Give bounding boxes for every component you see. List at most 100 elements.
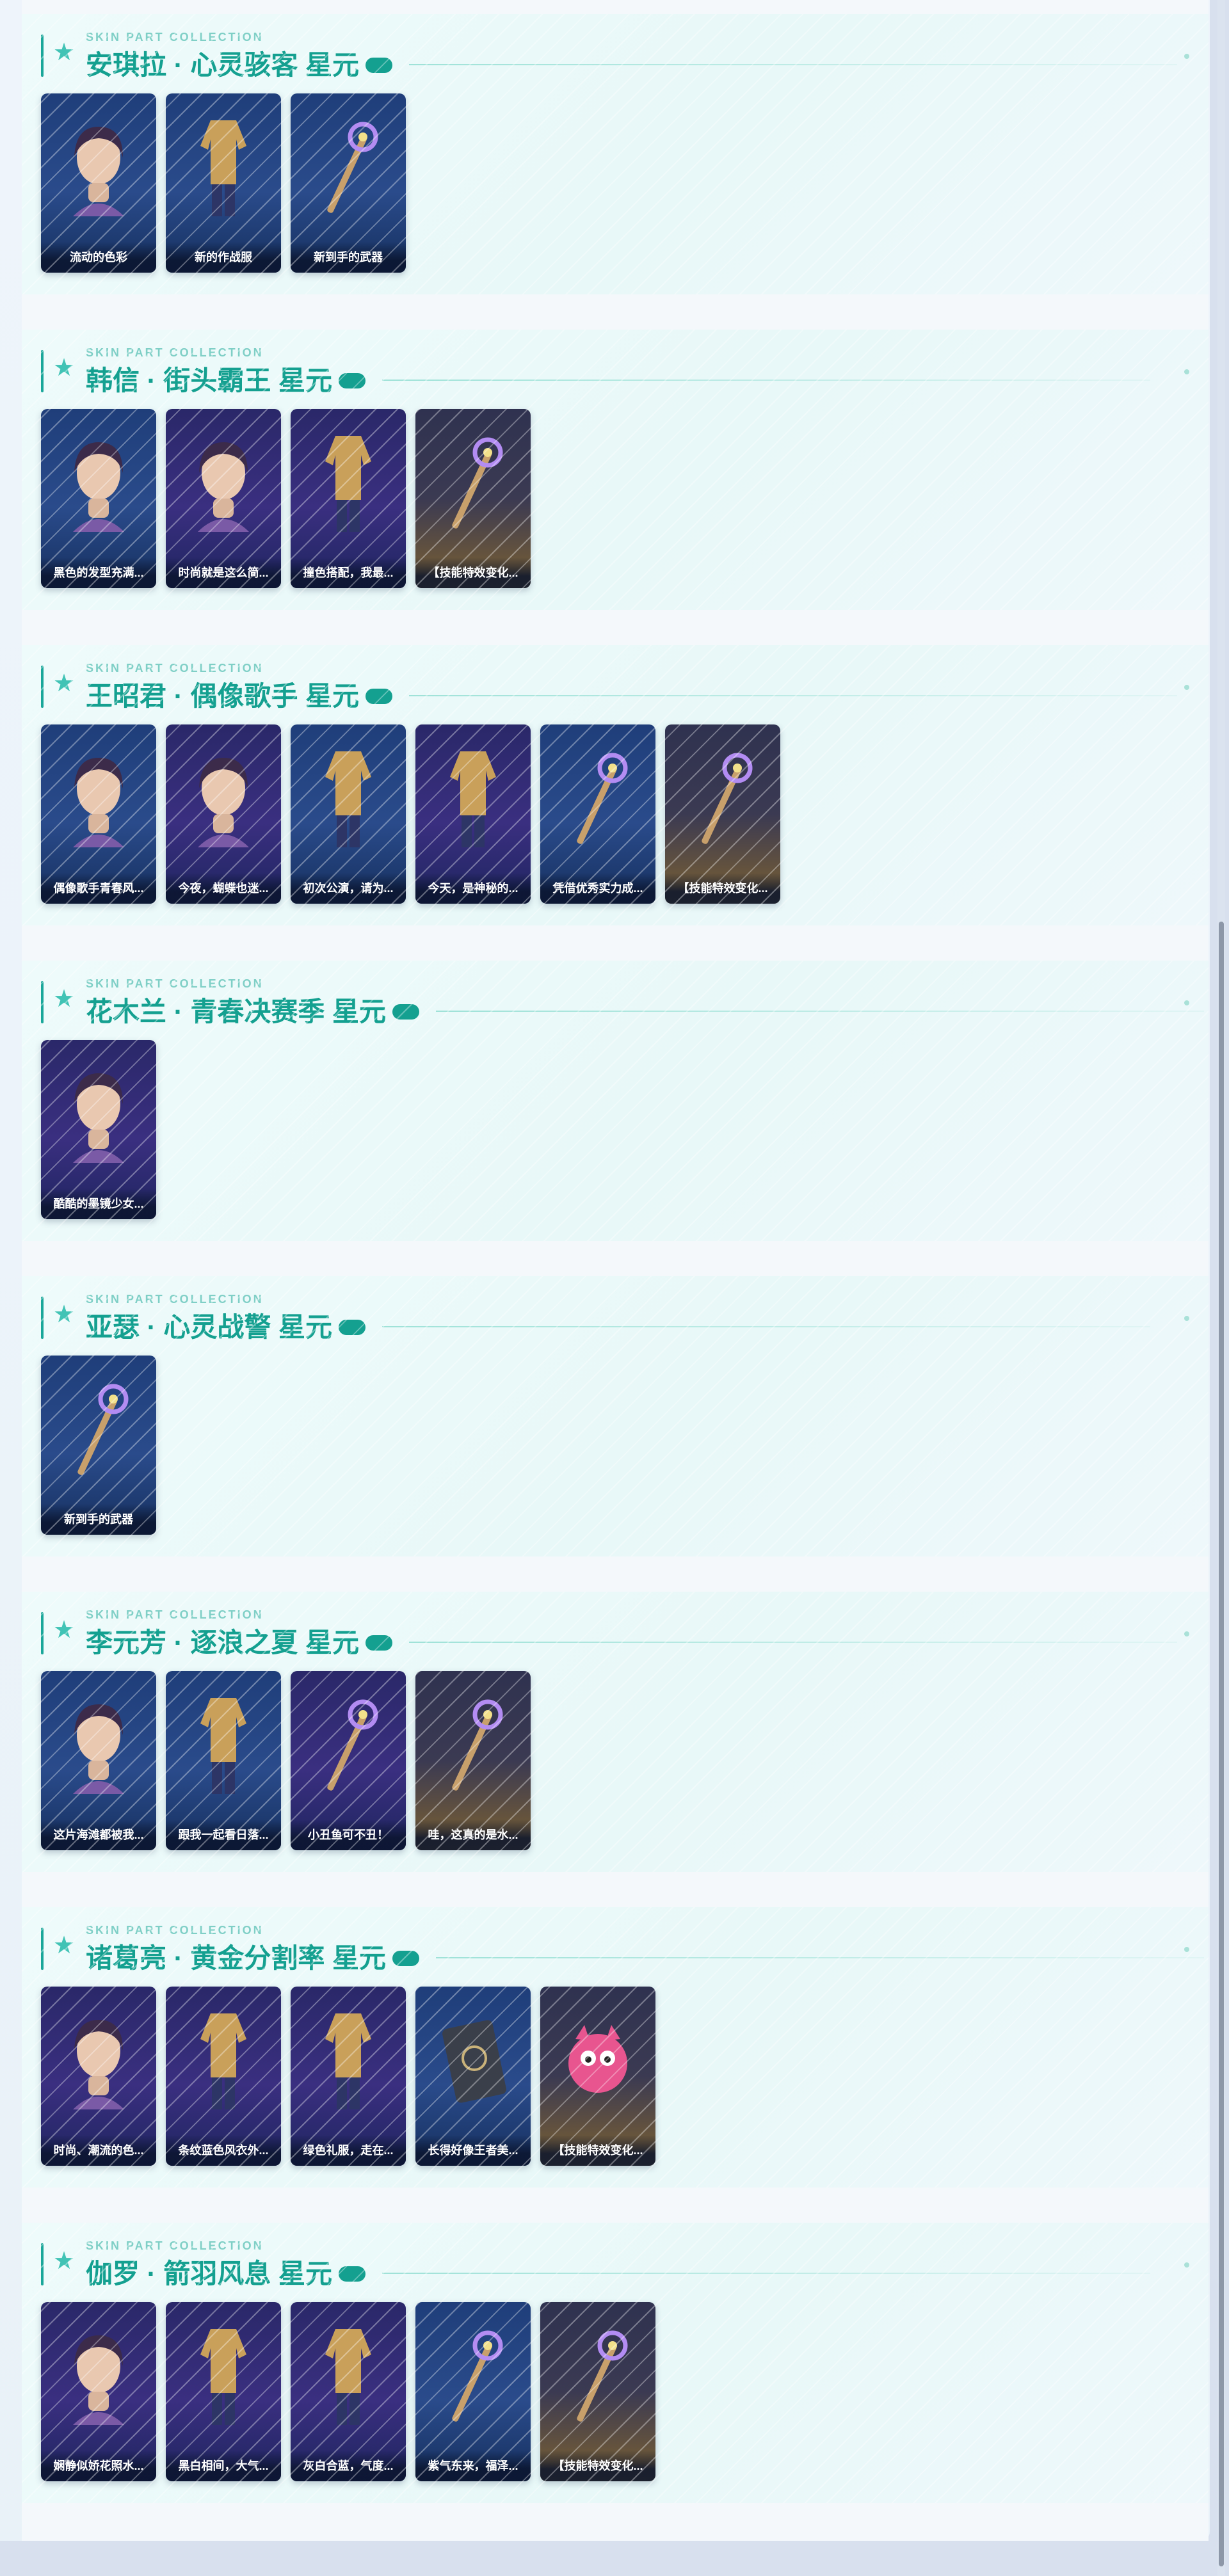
skin-part-card[interactable]: 新到手的武器 xyxy=(41,1356,156,1535)
hero-head-icon xyxy=(73,1073,124,1163)
skin-part-card[interactable]: 长得好像王者美... xyxy=(415,1987,531,2166)
skin-part-card[interactable]: 撞色搭配，我最... xyxy=(291,409,406,588)
skin-part-section: ★ SKIN PART COLLECTION 王昭君 · 偶像歌手 星元 偶像歌… xyxy=(22,645,1209,925)
skin-part-label: 初次公演，请为... xyxy=(291,873,406,904)
skin-part-art xyxy=(166,93,281,243)
outfit-icon xyxy=(325,2329,371,2425)
skin-part-card[interactable]: 跟我一起看日落... xyxy=(166,1671,281,1850)
section-eyebrow: SKIN PART COLLECTION xyxy=(86,1293,264,1306)
skin-part-card[interactable]: 凭借优秀实力成... xyxy=(540,724,655,904)
skin-part-card[interactable]: 【技能特效变化... xyxy=(415,409,531,588)
weapon-icon xyxy=(327,1699,378,1791)
skin-part-card[interactable]: 【技能特效变化... xyxy=(540,1987,655,2166)
skin-part-cards: 时尚、潮流的色... 条纹蓝色风衣外... 绿色礼服，走在... 长得好像王者美… xyxy=(41,1987,655,2166)
skin-part-card[interactable]: 初次公演，请为... xyxy=(291,724,406,904)
section-dot-decoration xyxy=(1184,1316,1189,1321)
skin-part-art xyxy=(291,1671,406,1821)
skin-part-card[interactable]: 娴静似娇花照水... xyxy=(41,2302,156,2481)
skin-part-label: 娴静似娇花照水... xyxy=(41,2451,156,2481)
title-divider-line xyxy=(409,64,1177,65)
title-pill-decoration xyxy=(365,689,392,704)
skin-part-art xyxy=(415,409,531,559)
skin-part-card[interactable]: 酷酷的墨镜少女... xyxy=(41,1040,156,1219)
skin-part-art xyxy=(166,1671,281,1821)
skin-part-card[interactable]: 【技能特效变化... xyxy=(665,724,780,904)
skin-part-cards: 偶像歌手青春风... 今夜，蝴蝶也迷... 初次公演，请为... 今天，是神秘的… xyxy=(41,724,780,904)
weapon-icon xyxy=(452,437,503,529)
skin-part-label: 紫气东来，福泽... xyxy=(415,2451,531,2481)
skin-part-label: 新的作战服 xyxy=(166,242,281,273)
weapon-icon xyxy=(577,753,628,844)
section-accent-bar xyxy=(41,350,44,392)
outfit-icon xyxy=(325,436,371,532)
section-dot-decoration xyxy=(1184,54,1189,59)
skin-part-card[interactable]: 黑白相间，大气... xyxy=(166,2302,281,2481)
hero-head-icon xyxy=(198,758,249,847)
skin-part-card[interactable]: 哇，这真的是水... xyxy=(415,1671,531,1850)
skin-part-cards: 这片海滩都被我... 跟我一起看日落... 小丑鱼可不丑！ 哇，这真的是水... xyxy=(41,1671,531,1850)
scrollbar-thumb[interactable] xyxy=(1219,922,1224,2566)
skin-part-label: 新到手的武器 xyxy=(291,242,406,273)
skin-part-label: 时尚就是这么简... xyxy=(166,557,281,588)
skin-part-label: 偶像歌手青春风... xyxy=(41,873,156,904)
section-dot-decoration xyxy=(1184,685,1189,690)
section-eyebrow: SKIN PART COLLECTION xyxy=(86,31,264,44)
skin-part-card[interactable]: 黑色的发型充满... xyxy=(41,409,156,588)
skin-part-section: ★ SKIN PART COLLECTION 韩信 · 街头霸王 星元 黑色的发… xyxy=(22,330,1209,610)
section-eyebrow: SKIN PART COLLECTION xyxy=(86,346,264,359)
hero-head-icon xyxy=(73,758,124,847)
title-pill-decoration xyxy=(392,1004,419,1020)
skin-part-art xyxy=(41,724,156,874)
skin-part-art xyxy=(291,724,406,874)
outfit-icon xyxy=(450,751,496,847)
skin-part-card[interactable]: 时尚就是这么简... xyxy=(166,409,281,588)
skin-part-label: 【技能特效变化... xyxy=(415,557,531,588)
skin-part-label: 黑色的发型充满... xyxy=(41,557,156,588)
skin-part-card[interactable]: 绿色礼服，走在... xyxy=(291,1987,406,2166)
skin-part-card[interactable]: 灰白合蓝，气度... xyxy=(291,2302,406,2481)
skin-part-card[interactable]: 【技能特效变化... xyxy=(540,2302,655,2481)
section-title-row: 诸葛亮 · 黄金分割率 星元 xyxy=(86,1938,1204,1974)
skin-part-card[interactable]: 偶像歌手青春风... xyxy=(41,724,156,904)
section-accent-bar xyxy=(41,981,44,1023)
section-title: 李元芳 · 逐浪之夏 星元 xyxy=(86,1627,359,1658)
skin-part-card[interactable]: 时尚、潮流的色... xyxy=(41,1987,156,2166)
skin-part-card[interactable]: 小丑鱼可不丑！ xyxy=(291,1671,406,1850)
skin-part-art xyxy=(291,93,406,243)
skin-part-label: 新到手的武器 xyxy=(41,1504,156,1535)
skin-part-section: ★ SKIN PART COLLECTION 亚瑟 · 心灵战警 星元 新到手的… xyxy=(22,1276,1209,1556)
skin-part-card[interactable]: 条纹蓝色风衣外... xyxy=(166,1987,281,2166)
section-dot-decoration xyxy=(1184,1631,1189,1636)
title-divider-line xyxy=(382,1326,1150,1327)
section-title: 韩信 · 街头霸王 星元 xyxy=(86,365,332,396)
star-icon: ★ xyxy=(52,355,76,381)
skin-part-label: 小丑鱼可不丑！ xyxy=(291,1820,406,1850)
mascot-icon xyxy=(568,2025,627,2093)
star-icon: ★ xyxy=(52,670,76,697)
skin-part-label: 时尚、潮流的色... xyxy=(41,2135,156,2166)
hero-head-icon xyxy=(198,442,249,532)
skin-part-card[interactable]: 今天，是神秘的... xyxy=(415,724,531,904)
skin-part-card[interactable]: 新的作战服 xyxy=(166,93,281,273)
section-title: 安琪拉 · 心灵骇客 星元 xyxy=(86,49,359,80)
skin-part-card[interactable]: 紫气东来，福泽... xyxy=(415,2302,531,2481)
skin-part-card[interactable]: 新到手的武器 xyxy=(291,93,406,273)
skin-part-art xyxy=(41,409,156,559)
skin-part-card[interactable]: 这片海滩都被我... xyxy=(41,1671,156,1850)
star-icon: ★ xyxy=(52,1932,76,1959)
section-eyebrow: SKIN PART COLLECTION xyxy=(86,1924,264,1937)
section-title-row: 李元芳 · 逐浪之夏 星元 xyxy=(86,1622,1177,1658)
skin-part-art xyxy=(540,1987,655,2136)
section-eyebrow: SKIN PART COLLECTION xyxy=(86,2239,264,2252)
section-title-row: 韩信 · 街头霸王 星元 xyxy=(86,360,1150,396)
skin-part-art xyxy=(415,2302,531,2452)
skin-part-card[interactable]: 流动的色彩 xyxy=(41,93,156,273)
section-accent-bar xyxy=(41,35,44,77)
hero-head-icon xyxy=(73,2335,124,2425)
skin-part-card[interactable]: 今夜，蝴蝶也迷... xyxy=(166,724,281,904)
skin-part-cards: 流动的色彩 新的作战服 新到手的武器 xyxy=(41,93,406,273)
title-divider-line xyxy=(436,1011,1204,1012)
hero-head-icon xyxy=(73,2020,124,2109)
skin-part-section: ★ SKIN PART COLLECTION 花木兰 · 青春决赛季 星元 酷酷… xyxy=(22,961,1209,1241)
title-pill-decoration xyxy=(339,2266,365,2282)
